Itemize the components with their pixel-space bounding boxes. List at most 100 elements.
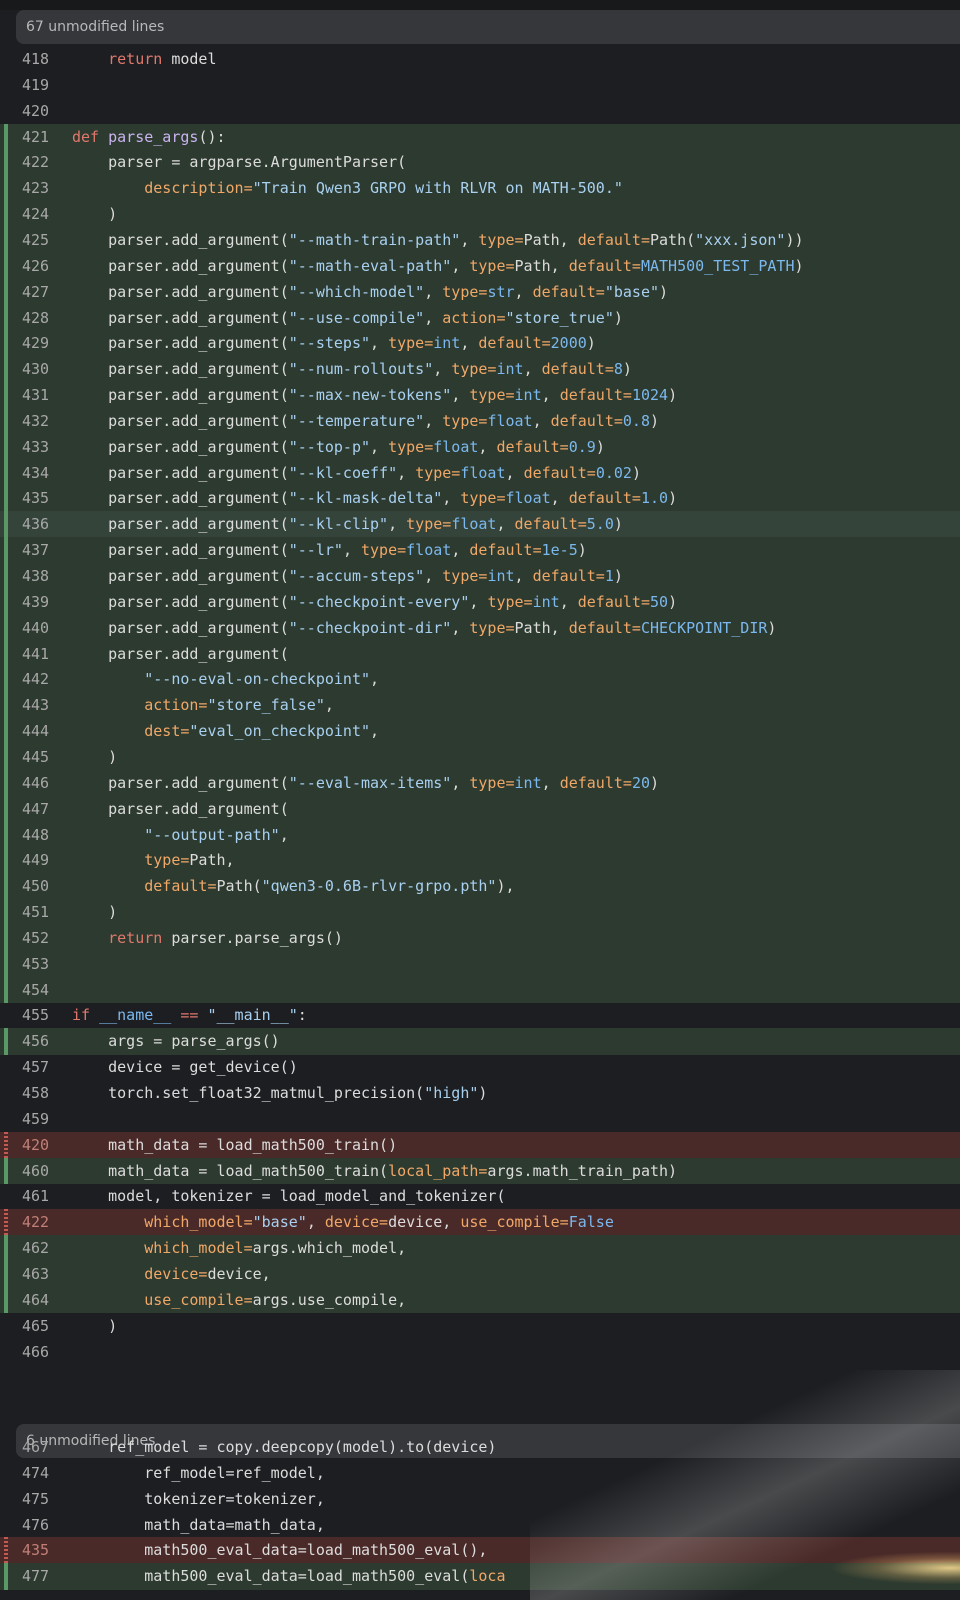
added-marker [4, 563, 8, 590]
added-marker [4, 1028, 8, 1055]
context-line: 465 ) [0, 1313, 960, 1339]
code-text: model, tokenizer = load_model_and_tokeni… [72, 1183, 505, 1209]
code-token: 20 [631, 773, 650, 792]
code-token: 5.0 [586, 515, 614, 534]
added-marker [4, 795, 8, 822]
code-token: args.use_compile, [252, 1290, 407, 1309]
code-text: parser.add_argument("--lr", type=float, … [72, 537, 587, 563]
code-token: description= [144, 179, 253, 198]
code-token: default= [577, 230, 650, 249]
code-token: ) [595, 437, 605, 456]
code-token: , [451, 618, 470, 637]
code-token: type= [388, 437, 434, 456]
added-marker [4, 950, 8, 978]
line-number: 430 [22, 360, 50, 379]
added-line: 427 parser.add_argument("--which-model",… [0, 278, 960, 305]
added-line: 460 math_data = load_math500_train(local… [0, 1157, 960, 1184]
added-line: 464 use_compile=args.use_compile, [0, 1286, 960, 1314]
code-token: , [424, 567, 443, 585]
code-token: type= [487, 592, 533, 611]
code-token: "--top-p" [288, 437, 371, 456]
code-token: , [532, 411, 551, 430]
added-line: 449 type=Path, [0, 847, 960, 874]
code-token: "--checkpoint-every" [288, 592, 470, 611]
code-text: default=Path("qwen3-0.6B-rlvr-grpo.pth")… [72, 873, 515, 899]
code-text: parser.add_argument("--accum-steps", typ… [72, 563, 623, 589]
code-token: MATH500_TEST_PATH [640, 256, 795, 275]
code-token: parser.add_argument( [72, 644, 289, 663]
code-token: type= [388, 334, 434, 353]
code-text: parser = argparse.ArgumentParser( [72, 149, 406, 175]
code-token: , [523, 360, 542, 379]
line-number: 440 [22, 618, 50, 637]
code-token: , [514, 282, 533, 301]
line-number: 428 [22, 308, 50, 327]
added-line: 454 [0, 976, 960, 1003]
code-token: "base" [604, 282, 660, 301]
code-token: type= [451, 360, 497, 379]
code-token: def [72, 127, 100, 146]
code-token: ref_model=ref_model, [72, 1463, 325, 1482]
line-number: 425 [22, 230, 50, 249]
code-token: parser.add_argument( [72, 256, 289, 275]
added-line: 426 parser.add_argument("--math-eval-pat… [0, 252, 960, 280]
added-marker [4, 330, 8, 357]
added-line: 422 parser = argparse.ArgumentParser( [0, 149, 960, 176]
code-text: parser.add_argument("--steps", type=int,… [72, 330, 596, 356]
code-token: , [433, 360, 452, 379]
line-number: 463 [22, 1264, 50, 1283]
code-token: math500_eval_data=load_math500_eval(), [72, 1541, 488, 1560]
code-token: "high" [424, 1084, 479, 1102]
code-token: type= [469, 773, 515, 792]
code-token: ) [577, 541, 587, 560]
code-token: model, tokenizer = load_model_and_tokeni… [72, 1187, 506, 1206]
code-token: ) [72, 1316, 118, 1335]
code-token: ) [650, 773, 660, 792]
code-text: math_data = load_math500_train() [72, 1132, 397, 1158]
added-line: 477 math500_eval_data=load_math500_eval(… [0, 1563, 960, 1590]
code-token: , [370, 722, 380, 741]
code-token: ), [496, 877, 515, 896]
code-token: math500_eval_data=load_math500_eval( [72, 1567, 470, 1586]
added-marker [4, 433, 8, 461]
code-token: if [72, 1006, 91, 1025]
code-token: float [487, 411, 533, 430]
code-token: parser.add_argument( [72, 386, 289, 405]
code-text: "--no-eval-on-checkpoint", [72, 666, 379, 692]
code-token: "--temperature" [288, 411, 425, 430]
code-token: "--eval-max-items" [288, 773, 452, 792]
added-line: 436 parser.add_argument("--kl-clip", typ… [0, 511, 960, 538]
code-text: parser.add_argument("--kl-mask-delta", t… [72, 485, 677, 511]
code-token: ) [586, 334, 596, 353]
code-token: default= [541, 360, 614, 379]
code-token: ) [72, 903, 118, 922]
added-line: 438 parser.add_argument("--accum-steps",… [0, 563, 960, 590]
code-token: (): [198, 127, 226, 146]
code-token: ) [659, 282, 669, 301]
line-number: 477 [22, 1567, 50, 1586]
line-number: 427 [22, 282, 50, 301]
code-text: description="Train Qwen3 GRPO with RLVR … [72, 175, 623, 201]
added-marker [4, 924, 8, 952]
code-token: parser.add_argument( [72, 463, 289, 482]
code-token: parse_args [108, 127, 199, 146]
code-token: type= [144, 851, 190, 870]
code-text: def parse_args(): [72, 124, 226, 150]
code-token: device= [144, 1264, 208, 1283]
unmodified-lines-expander[interactable]: 67 unmodified lines [16, 10, 960, 44]
code-text: "--output-path", [72, 822, 289, 848]
code-text: return model [72, 46, 216, 72]
added-marker [4, 588, 8, 616]
added-marker [4, 123, 8, 150]
added-line: 453 [0, 950, 960, 978]
code-text: math_data=math_data, [72, 1512, 325, 1538]
code-token: int [496, 360, 524, 379]
code-token: type= [415, 463, 461, 482]
code-token: CHECKPOINT_DIR [640, 618, 768, 637]
context-line: 475 tokenizer=tokenizer, [0, 1486, 960, 1512]
removed-line: 435 math500_eval_data=load_math500_eval(… [0, 1537, 960, 1564]
